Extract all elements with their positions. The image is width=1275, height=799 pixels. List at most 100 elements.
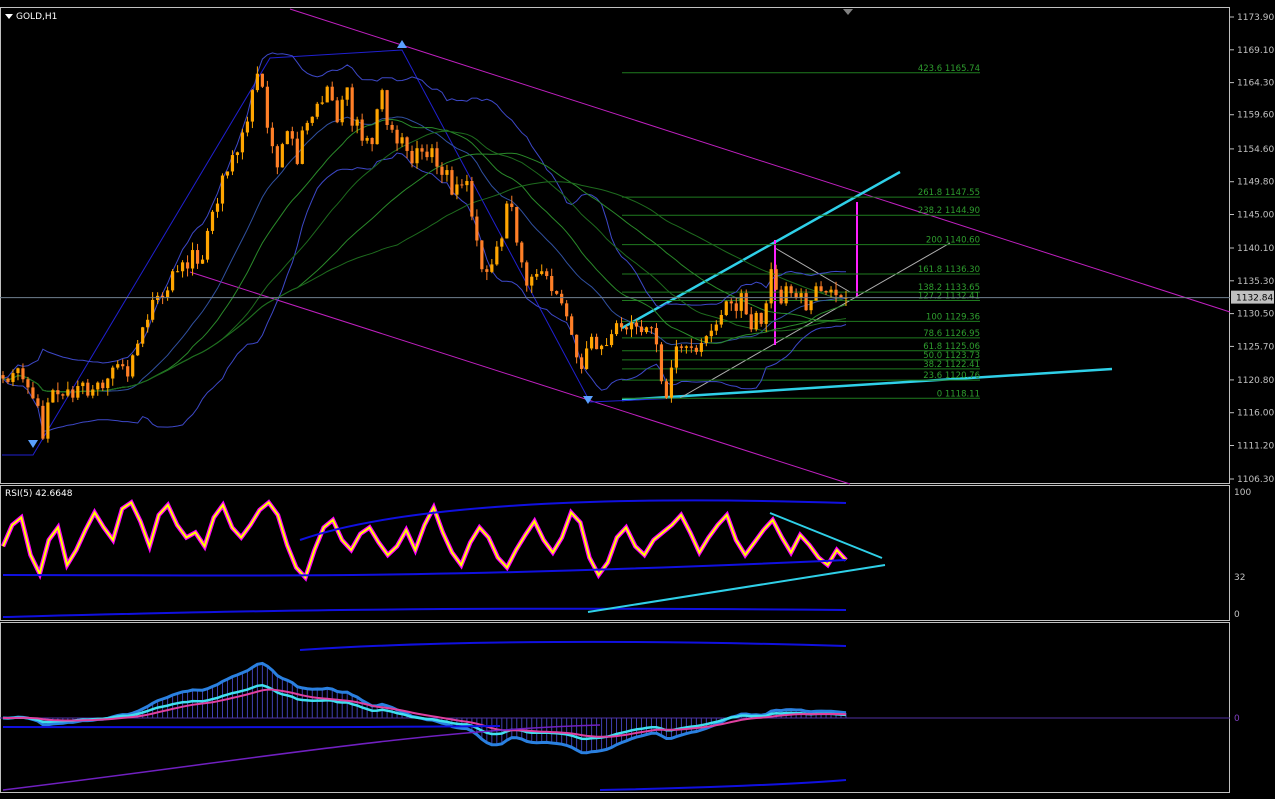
- candle-body: [510, 203, 514, 207]
- candle-body: [684, 346, 688, 348]
- candle-body: [250, 90, 255, 122]
- candle-body: [425, 151, 429, 158]
- candle-body: [225, 171, 230, 176]
- candle-body: [295, 138, 299, 164]
- candle-body: [435, 148, 439, 167]
- candle-body: [146, 319, 150, 328]
- candle-body: [619, 323, 624, 328]
- price-tick-label: 1135.30: [1237, 277, 1274, 287]
- price-tick-label: 1120.80: [1237, 376, 1274, 386]
- candle-body: [275, 146, 279, 168]
- candle-body: [235, 152, 240, 156]
- candle-body: [51, 390, 55, 403]
- price-tick-label: 1145.00: [1237, 211, 1274, 221]
- candle-body: [744, 293, 748, 315]
- candle-body: [480, 240, 484, 270]
- fib-level-label: 200 1140.60: [926, 236, 980, 246]
- candle-body: [11, 373, 15, 382]
- candle-body: [719, 314, 723, 325]
- candle-body: [270, 127, 274, 147]
- candle-body: [550, 276, 554, 292]
- price-tick-label: 1140.10: [1237, 244, 1274, 254]
- candle-body: [560, 293, 564, 304]
- candle-body: [410, 150, 414, 164]
- candle-body: [245, 121, 250, 133]
- candle-body: [739, 293, 743, 311]
- candle-body: [21, 368, 25, 380]
- candle-body: [834, 289, 838, 296]
- candle-body: [590, 336, 594, 349]
- price-tick-label: 1164.30: [1237, 79, 1274, 89]
- candle-body: [580, 357, 584, 369]
- candle-body: [370, 137, 374, 145]
- candle-body: [694, 347, 698, 352]
- candle-body: [490, 264, 494, 272]
- candle-body: [465, 181, 469, 186]
- candle-body: [420, 148, 424, 152]
- candle-body: [734, 303, 738, 311]
- candle-body: [515, 206, 519, 243]
- candle-body: [789, 286, 793, 294]
- candle-body: [6, 378, 10, 382]
- candle-body: [674, 346, 679, 368]
- candle-body: [430, 148, 434, 158]
- candle-body: [609, 334, 614, 346]
- candle-body: [669, 367, 674, 398]
- candle-body: [614, 323, 619, 335]
- candle-body: [240, 132, 245, 153]
- price-tick-label: 1130.50: [1237, 310, 1274, 320]
- candle-body: [46, 402, 50, 439]
- candle-body: [151, 299, 155, 320]
- candle-body: [81, 382, 85, 387]
- candle-body: [704, 336, 708, 343]
- candle-body: [106, 378, 110, 389]
- candle-body: [190, 250, 195, 269]
- candle-body: [116, 364, 120, 368]
- candle-body: [220, 175, 225, 204]
- candle-body: [385, 90, 389, 125]
- candle-body: [575, 334, 579, 358]
- candle-body: [714, 324, 718, 331]
- price-tick-label: 1149.80: [1237, 178, 1274, 188]
- candle-body: [634, 322, 639, 327]
- rsi-tick-0: 0: [1234, 610, 1240, 620]
- candle-body: [255, 73, 259, 91]
- candle-body: [210, 211, 215, 231]
- candle-body: [41, 405, 45, 439]
- candle-body: [170, 271, 175, 291]
- candle-body: [540, 271, 544, 274]
- candle-body: [300, 130, 304, 164]
- candle-body: [136, 343, 140, 356]
- candle-body: [819, 286, 823, 292]
- candle-body: [649, 327, 654, 329]
- macd-mid-band: [2, 725, 501, 729]
- candle-body: [759, 312, 763, 324]
- candle-body: [395, 129, 399, 144]
- candle-body: [36, 398, 40, 406]
- candle-body: [205, 230, 210, 260]
- candle-body: [415, 148, 419, 164]
- candle-body: [330, 86, 334, 101]
- trading-chart[interactable]: 1173.90 1169.10 1164.30 1159.60 1154.60 1149.…: [0, 0, 1275, 799]
- candle-body: [500, 238, 504, 247]
- candle-body: [774, 269, 778, 290]
- fib-level-label: 23.6 1120.76: [923, 371, 980, 381]
- candle-body: [126, 366, 130, 377]
- candle-body: [56, 390, 60, 395]
- candle-body: [629, 322, 634, 330]
- candle-body: [664, 381, 669, 398]
- candle-body: [66, 389, 70, 396]
- candle-body: [285, 131, 289, 145]
- candle-body: [724, 301, 728, 315]
- candle-body: [61, 394, 65, 396]
- candle-body: [460, 184, 464, 186]
- candle-body: [365, 137, 369, 141]
- fib-level-label: 0 1118.11: [937, 389, 980, 399]
- candle-body: [111, 367, 115, 379]
- fib-level-label: 127.2 1132.41: [918, 292, 980, 302]
- candle-body: [320, 102, 324, 104]
- candle-body: [699, 342, 703, 352]
- candle-body: [375, 109, 379, 145]
- price-tick-label: 1125.70: [1237, 342, 1274, 352]
- price-tick-label: 1154.60: [1237, 145, 1274, 155]
